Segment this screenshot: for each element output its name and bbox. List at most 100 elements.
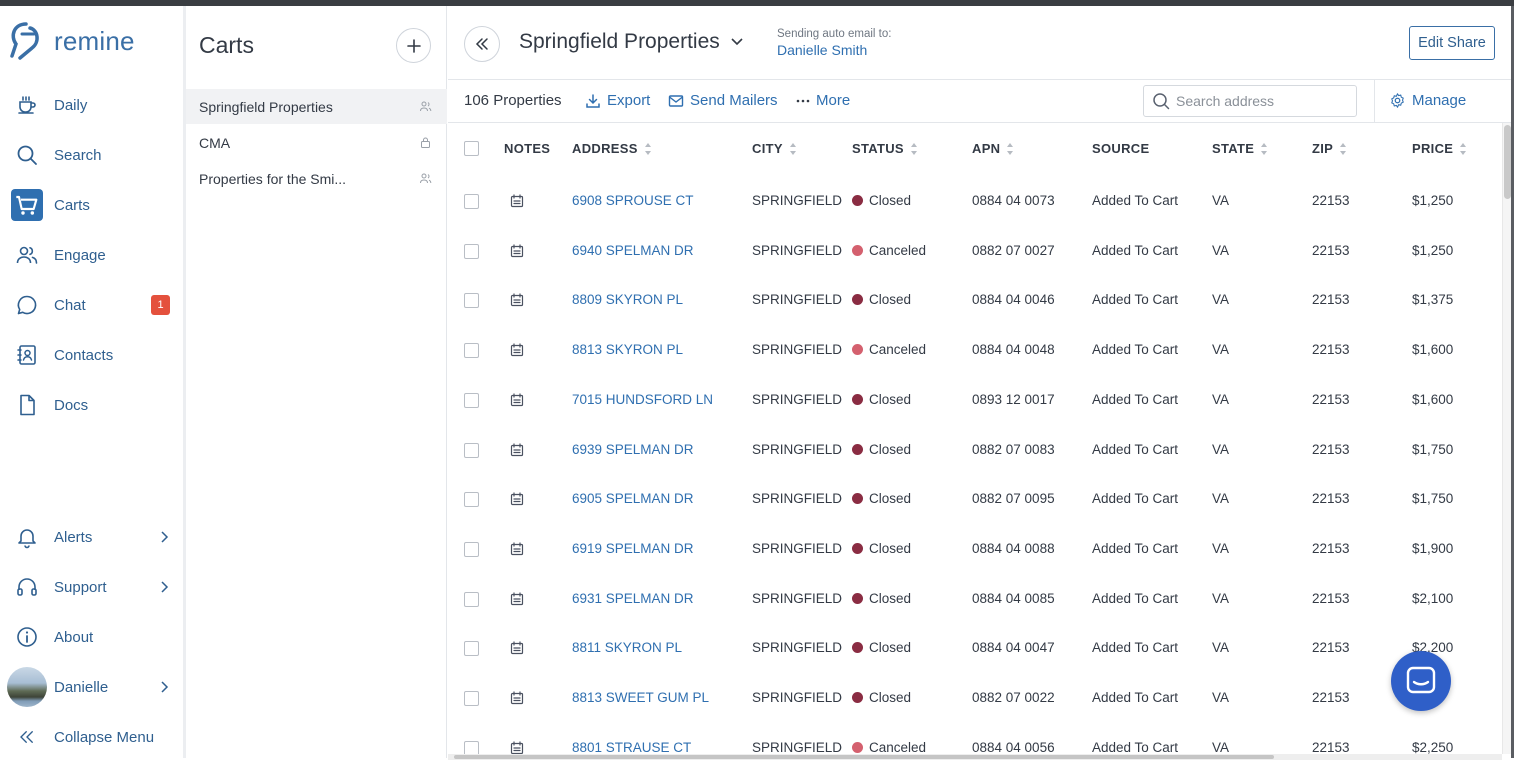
column-header-price[interactable]: PRICE [1412, 141, 1467, 156]
toolbar: 106 Properties Export Send Mailers More … [448, 80, 1514, 122]
row-checkbox[interactable] [464, 641, 479, 657]
column-header-address[interactable]: ADDRESS [572, 141, 652, 156]
status-cell: Canceled [852, 243, 926, 258]
notes-icon[interactable] [510, 343, 524, 357]
row-checkbox[interactable] [464, 442, 479, 458]
select-all-checkbox[interactable] [464, 141, 479, 156]
row-checkbox[interactable] [464, 740, 479, 754]
table-row[interactable]: 8809 SKYRON PL SPRINGFIELD Closed 0884 04 0… [448, 276, 1502, 326]
row-checkbox[interactable] [464, 243, 479, 259]
add-cart-button[interactable] [396, 28, 431, 63]
column-header-zip[interactable]: ZIP [1312, 141, 1347, 156]
manage-button[interactable]: Manage [1389, 92, 1466, 109]
nav-item-contacts[interactable]: Contacts [0, 335, 183, 375]
nav-item-search[interactable]: Search [0, 135, 183, 175]
address-link[interactable]: 8813 SWEET GUM PL [572, 690, 709, 705]
table-row[interactable]: 8813 SWEET GUM PL SPRINGFIELD Closed 0882 0… [448, 674, 1502, 724]
nav-item-profile[interactable]: Danielle [0, 667, 183, 707]
row-checkbox[interactable] [464, 492, 479, 508]
collapse-panel-button[interactable] [464, 26, 500, 62]
search-address-field[interactable] [1143, 85, 1357, 117]
status-cell: Closed [852, 541, 911, 556]
address-link[interactable]: 6919 SPELMAN DR [572, 541, 694, 556]
table-row[interactable]: 6939 SPELMAN DR SPRINGFIELD Closed 0882 07 … [448, 426, 1502, 476]
column-header-apn[interactable]: APN [972, 141, 1014, 156]
bell-icon [18, 529, 36, 549]
row-checkbox[interactable] [464, 293, 479, 309]
row-checkbox[interactable] [464, 194, 479, 209]
search-address-input[interactable] [1176, 93, 1346, 109]
table-row[interactable]: 6940 SPELMAN DR SPRINGFIELD Canceled 0882 0… [448, 227, 1502, 277]
vertical-scrollbar-thumb[interactable] [1504, 125, 1511, 199]
table-row[interactable]: 7015 HUNDSFORD LN SPRINGFIELD Closed 0893 1… [448, 376, 1502, 426]
export-button[interactable]: Export [585, 92, 650, 109]
status-dot [852, 294, 863, 306]
address-link[interactable]: 6940 SPELMAN DR [572, 243, 694, 258]
intercom-chat-button[interactable] [1391, 651, 1451, 711]
notes-icon[interactable] [510, 741, 524, 754]
address-link[interactable]: 6939 SPELMAN DR [572, 442, 694, 457]
cart-item[interactable]: Springfield Properties [186, 89, 447, 124]
send-mailers-label: Send Mailers [690, 92, 778, 109]
notes-icon[interactable] [510, 492, 524, 506]
nav-item-chat[interactable]: Chat 1 [0, 285, 183, 325]
row-checkbox[interactable] [464, 343, 479, 359]
row-checkbox[interactable] [464, 591, 479, 607]
price-cell: $2,250 [1412, 739, 1454, 754]
column-header-status[interactable]: STATUS [852, 141, 918, 156]
column-header-city[interactable]: CITY [752, 141, 797, 156]
cart-item[interactable]: CMA [186, 125, 447, 160]
notes-icon[interactable] [510, 293, 524, 307]
table-row[interactable]: 6908 SPROUSE CT SPRINGFIELD Closed 0884 04 … [448, 177, 1502, 227]
notes-icon[interactable] [510, 194, 524, 208]
notes-icon[interactable] [510, 591, 524, 606]
send-mailers-button[interactable]: Send Mailers [668, 92, 778, 109]
notes-icon[interactable] [510, 691, 524, 705]
address-link[interactable]: 7015 HUNDSFORD LN [572, 392, 713, 407]
notes-icon[interactable] [510, 393, 524, 407]
address-link[interactable]: 6905 SPELMAN DR [572, 491, 694, 506]
table-row[interactable]: 8811 SKYRON PL SPRINGFIELD Closed 0884 04 0… [448, 624, 1502, 674]
notes-icon[interactable] [510, 542, 524, 556]
row-checkbox[interactable] [464, 541, 479, 557]
nav-label: Engage [54, 246, 106, 264]
edit-share-button[interactable]: Edit Share [1409, 26, 1495, 60]
horizontal-scrollbar-thumb[interactable] [454, 755, 1274, 759]
table-row[interactable]: 8813 SKYRON PL SPRINGFIELD Canceled 0884 04… [448, 326, 1502, 376]
nav-item-support[interactable]: Support [0, 567, 183, 607]
address-link[interactable]: 8801 STRAUSE CT [572, 740, 691, 754]
address-link[interactable]: 6908 SPROUSE CT [572, 193, 694, 208]
nav-item-about[interactable]: About [0, 617, 183, 657]
address-link[interactable]: 8813 SKYRON PL [572, 342, 683, 357]
more-button[interactable]: More [796, 92, 850, 109]
cart-item[interactable]: Properties for the Smi... [186, 161, 447, 196]
notes-icon[interactable] [510, 641, 524, 655]
nav-item-engage[interactable]: Engage [0, 235, 183, 275]
nav-item-docs[interactable]: Docs [0, 385, 183, 425]
status-cell: Closed [852, 392, 911, 407]
nav-item-carts[interactable]: Carts [0, 185, 183, 225]
nav-item-daily[interactable]: Daily [0, 85, 183, 125]
column-header-state[interactable]: STATE [1212, 141, 1268, 156]
row-checkbox[interactable] [464, 691, 479, 706]
table-row[interactable]: 6931 SPELMAN DR SPRINGFIELD Closed 0884 04 … [448, 575, 1502, 625]
nav-item-alerts[interactable]: Alerts [0, 517, 183, 557]
column-header-source: SOURCE [1092, 141, 1149, 156]
notes-icon[interactable] [510, 244, 524, 258]
table-row[interactable]: 6905 SPELMAN DR SPRINGFIELD Closed 0882 07 … [448, 475, 1502, 525]
sending-recipient-link[interactable]: Danielle Smith [777, 42, 867, 58]
apn-cell: 0884 04 0073 [972, 193, 1055, 208]
address-link[interactable]: 8811 SKYRON PL [572, 640, 682, 655]
cart-name-dropdown[interactable]: Springfield Properties [519, 30, 744, 54]
collapse-menu-button[interactable]: Collapse Menu [0, 717, 183, 757]
table-row[interactable]: 8801 STRAUSE CT SPRINGFIELD Canceled 0884 0… [448, 724, 1502, 754]
row-checkbox[interactable] [464, 392, 479, 408]
brand-logo[interactable]: remine [8, 20, 135, 62]
notes-icon[interactable] [510, 442, 524, 457]
state-cell: VA [1212, 292, 1230, 308]
address-link[interactable]: 6931 SPELMAN DR [572, 591, 694, 606]
table-row[interactable]: 6919 SPELMAN DR SPRINGFIELD Closed 0884 04 … [448, 525, 1502, 575]
apn-cell: 0882 07 0095 [972, 491, 1055, 507]
apn-cell: 0884 04 0048 [972, 342, 1055, 358]
address-link[interactable]: 8809 SKYRON PL [572, 292, 683, 307]
